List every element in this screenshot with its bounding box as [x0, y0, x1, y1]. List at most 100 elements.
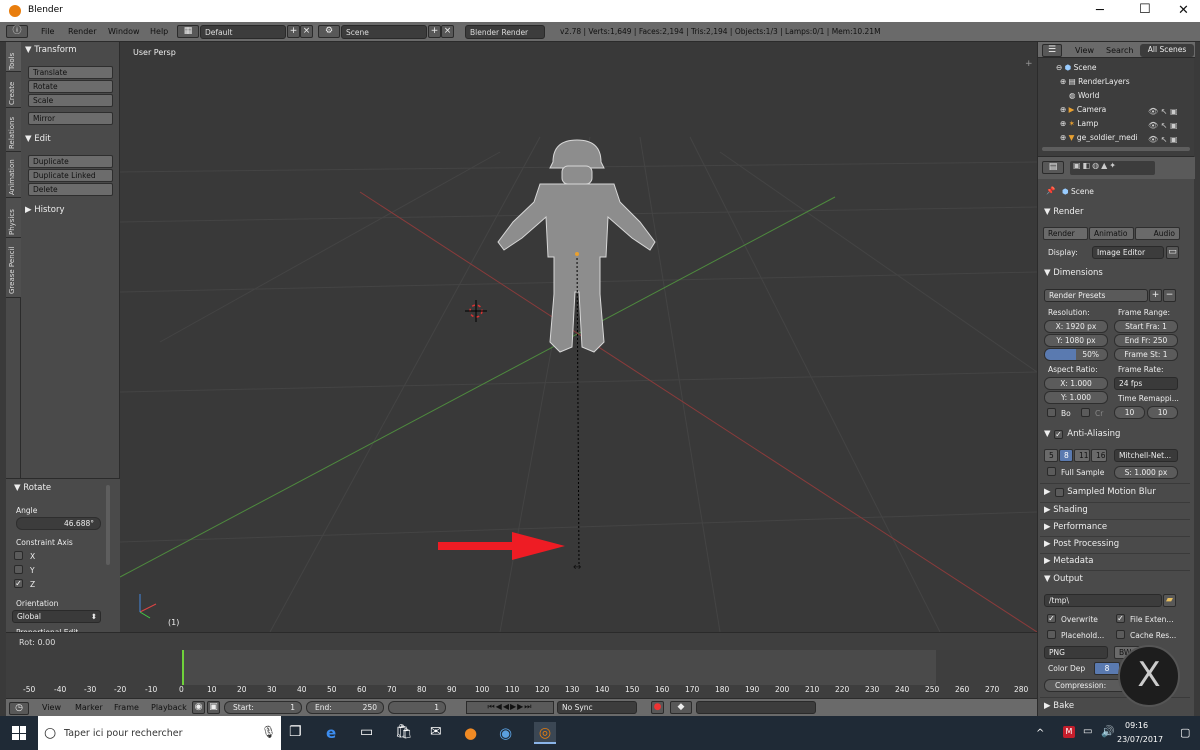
timeline-menu-view[interactable]: View [42, 703, 61, 712]
tab-grease-pencil[interactable]: Grease Pencil [6, 238, 21, 298]
outliner-item-scene[interactable]: ⊖ ⬢ Scene [1056, 63, 1097, 72]
timeline-menu-marker[interactable]: Marker [75, 703, 103, 712]
microphone-icon[interactable]: 🎙 [261, 725, 276, 739]
render-presets-select[interactable]: Render Presets [1044, 289, 1148, 302]
scene-field[interactable]: Scene [341, 25, 427, 39]
placeholders-checkbox[interactable] [1047, 630, 1056, 639]
post-processing-panel-header[interactable]: ▶ Post Processing [1044, 539, 1119, 549]
viewport-plus-icon[interactable]: + [1025, 59, 1033, 69]
tab-relations[interactable]: Relations [6, 108, 21, 152]
playback-controls[interactable]: ⏮◀◀▶▶⏭ [466, 701, 554, 714]
aspect-x-field[interactable]: X: 1.000 [1044, 377, 1108, 390]
3d-viewport[interactable]: ↔ User Persp (1) + [120, 42, 1037, 632]
start-frame-prop-field[interactable]: Start Fra: 1 [1114, 320, 1178, 333]
sync-select[interactable]: No Sync [557, 701, 637, 714]
editor-type-icon[interactable]: ⓘ [6, 25, 28, 38]
notifications-icon[interactable]: ▢ [1180, 726, 1190, 739]
add-layout-icon[interactable]: + [287, 25, 300, 38]
performance-panel-header[interactable]: ▶ Performance [1044, 522, 1107, 532]
current-frame-marker[interactable] [182, 650, 184, 685]
remove-layout-icon[interactable]: × [300, 25, 313, 38]
duplicate-button[interactable]: Duplicate [28, 155, 113, 168]
context-tabs[interactable]: ▣◧◍▲✦ [1070, 161, 1155, 175]
rotate-button[interactable]: Rotate [28, 80, 113, 93]
axis-z-checkbox[interactable]: ✓ [14, 579, 23, 588]
timeline-menu-playback[interactable]: Playback [151, 703, 187, 712]
delete-button[interactable]: Delete [28, 183, 113, 196]
timeline-menu-frame[interactable]: Frame [114, 703, 139, 712]
display-window-icon[interactable]: ▭ [1166, 246, 1179, 259]
task-view-icon[interactable]: ❐ [289, 724, 302, 740]
display-select[interactable]: Image Editor [1092, 246, 1164, 259]
aspect-y-field[interactable]: Y: 1.000 [1044, 391, 1108, 404]
dimensions-panel-header[interactable]: ▼ Dimensions [1044, 268, 1103, 278]
animation-button[interactable]: Animatio [1089, 227, 1134, 240]
outliner-view-menu[interactable]: View [1075, 46, 1094, 55]
operator-scrollbar[interactable] [106, 485, 110, 565]
aa-11-button[interactable]: 11 [1074, 449, 1090, 462]
keying-icon[interactable]: ◆ [670, 701, 692, 714]
outliner-item-camera[interactable]: ⊕ ▶ Camera [1060, 105, 1106, 114]
lock-range-icon[interactable]: ▣ [207, 701, 220, 714]
file-extension-checkbox[interactable]: ✓ [1116, 614, 1125, 623]
border-checkbox[interactable] [1047, 408, 1056, 417]
end-frame-field[interactable]: End: 250 [306, 701, 384, 714]
outliner-item-soldier[interactable]: ⊕ ▼ ge_soldier_medi [1060, 133, 1144, 142]
output-path-input[interactable]: /tmp\ [1044, 594, 1162, 607]
aa-size-field[interactable]: S: 1.000 px [1114, 466, 1178, 479]
layout-field[interactable]: Default [200, 25, 286, 39]
orientation-select[interactable]: Global ⬍ [12, 610, 101, 623]
current-frame-field[interactable]: 1 [388, 701, 446, 714]
audio-button[interactable]: Audio [1135, 227, 1180, 240]
start-frame-field[interactable]: Start: 1 [224, 701, 302, 714]
resolution-percentage-slider[interactable]: 50% [1044, 348, 1108, 361]
mirror-button[interactable]: Mirror [28, 112, 113, 125]
aa-5-button[interactable]: 5 [1044, 449, 1058, 462]
remap-old-field[interactable]: 10 [1114, 406, 1145, 419]
tab-tools[interactable]: Tools [6, 42, 21, 72]
outliner-item-lamp[interactable]: ⊕ ✶ Lamp [1060, 119, 1098, 128]
translate-button[interactable]: Translate [28, 66, 113, 79]
timeline[interactable]: -50 -40 -30 -20 -10 0 10 20 30 40 50 60 … [6, 650, 1037, 698]
history-panel-header[interactable]: ▶ History [25, 205, 65, 215]
render-button[interactable]: Render [1043, 227, 1088, 240]
close-icon[interactable]: ✕ [1178, 3, 1189, 18]
menu-help[interactable]: Help [150, 27, 168, 36]
anti-aliasing-panel-header[interactable]: ▼ ✓ Anti-Aliasing [1044, 429, 1120, 439]
clock-time[interactable]: 09:16 [1125, 721, 1148, 730]
axis-x-checkbox[interactable] [14, 551, 23, 560]
minimize-icon[interactable]: ─ [1096, 3, 1104, 18]
preview-range-icon[interactable]: ◉ [192, 701, 205, 714]
aa-filter-select[interactable]: Mitchell-Net... [1114, 449, 1178, 462]
tab-animation[interactable]: Animation [6, 152, 21, 198]
shading-panel-header[interactable]: ▶ Shading [1044, 505, 1088, 515]
clock-date[interactable]: 23/07/2017 [1117, 735, 1163, 744]
motion-blur-panel-header[interactable]: ▶ Sampled Motion Blur [1044, 487, 1156, 497]
windows-start-icon[interactable] [12, 726, 26, 740]
cache-result-checkbox[interactable] [1116, 630, 1125, 639]
taskbar-search-box[interactable]: ○ Taper ici pour rechercher 🎙 [38, 716, 281, 750]
antivirus-tray-icon[interactable]: M [1063, 726, 1075, 738]
color-depth-8-button[interactable]: 8 [1094, 662, 1120, 675]
remove-preset-icon[interactable]: − [1163, 289, 1176, 302]
scene-icon[interactable]: ⚙ [318, 25, 340, 38]
blender-taskbar-icon[interactable]: ◎ [534, 722, 556, 744]
visibility-icons[interactable]: 👁 ↖ ▣ 👁 ↖ ▣ 👁 ↖ ▣ [1148, 105, 1178, 147]
aa-8-button[interactable]: 8 [1059, 449, 1073, 462]
outliner-search-menu[interactable]: Search [1106, 46, 1133, 55]
add-preset-icon[interactable]: + [1149, 289, 1162, 302]
tab-create[interactable]: Create [6, 72, 21, 108]
frame-rate-select[interactable]: 24 fps [1114, 377, 1178, 390]
tray-up-icon[interactable]: ^ [1036, 728, 1044, 739]
aa-16-button[interactable]: 16 [1091, 449, 1107, 462]
bake-panel-header[interactable]: ▶ Bake [1044, 701, 1074, 711]
outliner-item-world[interactable]: ◍ World [1069, 91, 1099, 100]
network-icon[interactable]: ▭ [1083, 726, 1092, 737]
tab-physics[interactable]: Physics [6, 198, 21, 238]
menu-file[interactable]: File [41, 27, 54, 36]
outliner-scrollbar[interactable] [1042, 147, 1190, 151]
resolution-x-field[interactable]: X: 1920 px [1044, 320, 1108, 333]
remap-new-field[interactable]: 10 [1147, 406, 1178, 419]
maximize-icon[interactable]: ☐ [1139, 2, 1151, 17]
axis-y-checkbox[interactable] [14, 565, 23, 574]
